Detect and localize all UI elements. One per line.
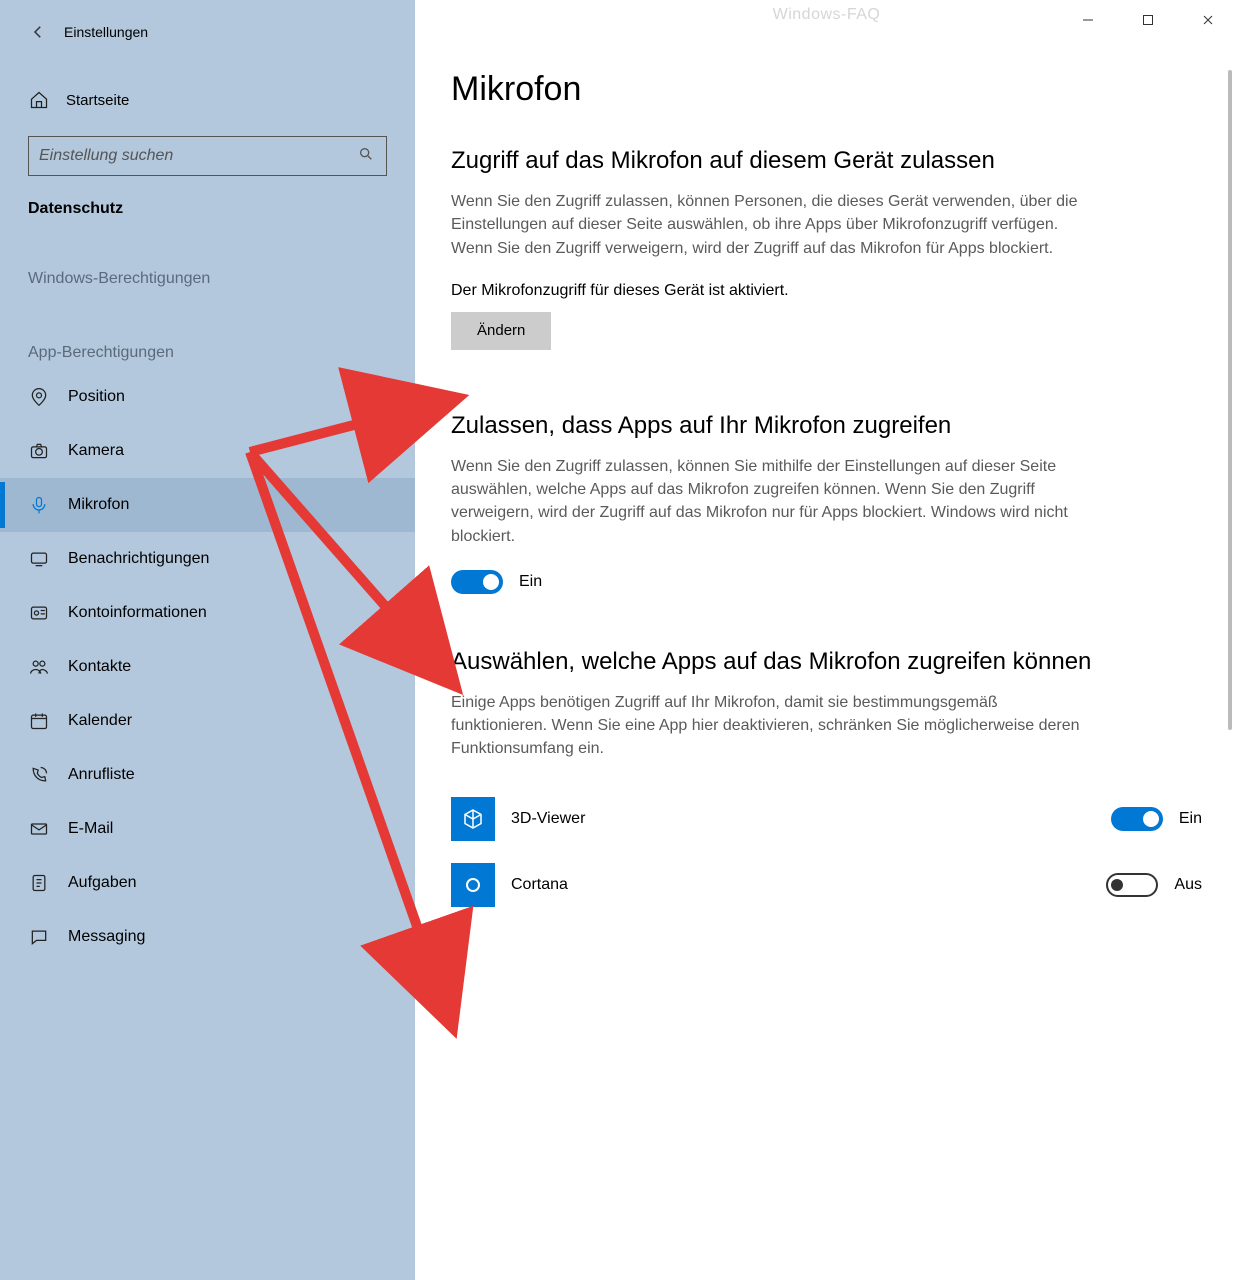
sidebar-item-label: Startseite	[66, 92, 129, 109]
sidebar-item-kontakte[interactable]: Kontakte	[0, 640, 415, 694]
sidebar-section-windows-perms: Windows-Berechtigungen	[0, 222, 415, 296]
watermark-text: Windows-FAQ	[773, 6, 881, 24]
sidebar-item-aufgaben[interactable]: Aufgaben	[0, 856, 415, 910]
page-title: Mikrofon	[451, 70, 1202, 109]
sidebar: Einstellungen Startseite Datenschutz Win…	[0, 0, 415, 1280]
app-name: 3D-Viewer	[511, 810, 1095, 828]
tasks-icon	[28, 872, 50, 894]
sidebar-item-kontoinformationen[interactable]: Kontoinformationen	[0, 586, 415, 640]
account-icon	[28, 602, 50, 624]
content-pane: Windows-FAQ Mikrofon Zugriff auf das Mik…	[415, 0, 1238, 1280]
home-icon	[28, 89, 50, 111]
email-icon	[28, 818, 50, 840]
app-title: Einstellungen	[64, 24, 148, 40]
search-box[interactable]	[28, 136, 387, 176]
sidebar-item-label: Kalender	[68, 712, 132, 730]
sidebar-item-email[interactable]: E-Mail	[0, 802, 415, 856]
sidebar-item-label: Messaging	[68, 928, 145, 946]
window-minimize-button[interactable]	[1058, 0, 1118, 40]
notifications-icon	[28, 548, 50, 570]
call-history-icon	[28, 764, 50, 786]
app-icon-3d-viewer	[451, 797, 495, 841]
camera-icon	[28, 440, 50, 462]
app-name: Cortana	[511, 876, 1090, 894]
section-title-device-access: Zugriff auf das Mikrofon auf diesem Gerä…	[451, 145, 1202, 176]
sidebar-item-position[interactable]: Position	[0, 370, 415, 424]
sidebar-item-label: Position	[68, 388, 125, 406]
sidebar-item-kamera[interactable]: Kamera	[0, 424, 415, 478]
scrollbar[interactable]	[1228, 70, 1232, 730]
sidebar-item-messaging[interactable]: Messaging	[0, 910, 415, 964]
section-title-choose-apps: Auswählen, welche Apps auf das Mikrofon …	[451, 646, 1202, 677]
sidebar-item-label: Kontakte	[68, 658, 131, 676]
toggle-label: Ein	[519, 573, 542, 591]
sidebar-item-home[interactable]: Startseite	[0, 70, 415, 130]
messaging-icon	[28, 926, 50, 948]
section-desc-choose-apps: Einige Apps benötigen Zugriff auf Ihr Mi…	[451, 691, 1091, 761]
back-button[interactable]	[18, 12, 58, 52]
change-button[interactable]: Ändern	[451, 312, 551, 350]
sidebar-item-label: Benachrichtigungen	[68, 550, 209, 568]
toggle-label: Ein	[1179, 810, 1202, 828]
app-toggle-cortana[interactable]	[1106, 873, 1158, 897]
toggle-label: Aus	[1174, 876, 1202, 894]
sidebar-item-mikrofon[interactable]: Mikrofon	[0, 478, 415, 532]
location-icon	[28, 386, 50, 408]
sidebar-item-label: Anrufliste	[68, 766, 135, 784]
sidebar-section-app-perms: App-Berechtigungen	[0, 296, 415, 370]
sidebar-item-label: Kontoinformationen	[68, 604, 207, 622]
microphone-icon	[28, 494, 50, 516]
apps-mic-toggle[interactable]	[451, 570, 503, 594]
app-row-cortana: Cortana Aus	[451, 852, 1202, 918]
section-title-apps-access: Zulassen, dass Apps auf Ihr Mikrofon zug…	[451, 410, 1202, 441]
contacts-icon	[28, 656, 50, 678]
sidebar-item-label: Kamera	[68, 442, 124, 460]
sidebar-item-anrufliste[interactable]: Anrufliste	[0, 748, 415, 802]
window-close-button[interactable]	[1178, 0, 1238, 40]
window-maximize-button[interactable]	[1118, 0, 1178, 40]
sidebar-category: Datenschutz	[0, 176, 415, 222]
search-input[interactable]	[39, 147, 358, 165]
sidebar-item-label: Aufgaben	[68, 874, 137, 892]
app-toggle-3d-viewer[interactable]	[1111, 807, 1163, 831]
sidebar-item-kalender[interactable]: Kalender	[0, 694, 415, 748]
search-icon	[358, 146, 376, 167]
section-desc-device-access: Wenn Sie den Zugriff zulassen, können Pe…	[451, 190, 1091, 260]
app-icon-cortana	[451, 863, 495, 907]
app-row-3d-viewer: 3D-Viewer Ein	[451, 786, 1202, 852]
sidebar-item-label: Mikrofon	[68, 496, 129, 514]
sidebar-item-benachrichtigungen[interactable]: Benachrichtigungen	[0, 532, 415, 586]
mic-access-status: Der Mikrofonzugriff für dieses Gerät ist…	[451, 282, 1202, 300]
sidebar-item-label: E-Mail	[68, 820, 113, 838]
calendar-icon	[28, 710, 50, 732]
section-desc-apps-access: Wenn Sie den Zugriff zulassen, können Si…	[451, 455, 1091, 548]
